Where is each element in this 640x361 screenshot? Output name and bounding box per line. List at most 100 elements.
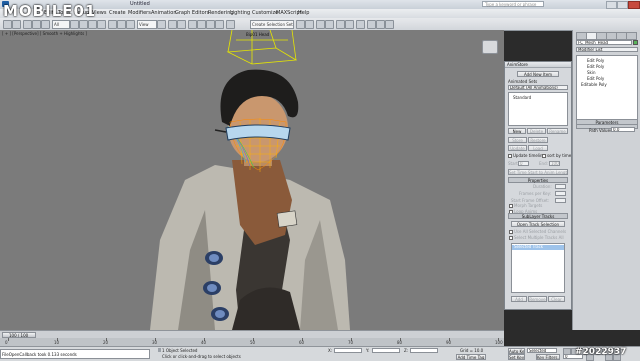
object-color-swatch[interactable] xyxy=(633,40,638,45)
sublayer-track-list[interactable]: Selected Track xyxy=(511,243,565,293)
named-selection-dropdown[interactable]: Create Selection Set xyxy=(250,20,294,29)
perspective-viewport[interactable]: Bip01 Head xyxy=(0,30,504,330)
sort-by-time-checkbox[interactable] xyxy=(542,154,546,158)
x-coord-field[interactable] xyxy=(334,348,362,353)
stack-item[interactable]: Edit Poly xyxy=(587,76,604,81)
manipulate-icon[interactable] xyxy=(168,20,177,29)
rendered-frame-icon[interactable] xyxy=(376,20,385,29)
viewport-label[interactable]: [ + ] [Perspective] [ Smooth + Highlight… xyxy=(2,31,87,36)
stack-item[interactable]: Editable Poly xyxy=(581,82,607,87)
list-item[interactable]: Selected Track xyxy=(512,244,564,250)
selection-filter-dropdown[interactable]: All xyxy=(52,20,70,29)
edit-named-sets-icon[interactable] xyxy=(226,20,235,29)
schematic-view-icon[interactable] xyxy=(345,20,354,29)
update-button[interactable]: Update xyxy=(508,145,527,151)
pivot-center-icon[interactable] xyxy=(157,20,166,29)
set-time-button[interactable]: Set Time Start to Anim Length xyxy=(508,169,568,175)
menu-lighting[interactable]: Lighting xyxy=(230,10,250,16)
spinner-snap-icon[interactable] xyxy=(215,20,224,29)
percent-snap-icon[interactable] xyxy=(206,20,215,29)
link-icon[interactable] xyxy=(23,20,32,29)
menu-graph-editors[interactable]: Graph Editors xyxy=(175,10,209,16)
layer-manager-icon[interactable] xyxy=(316,20,325,29)
maximize-icon[interactable] xyxy=(617,1,628,9)
add-button[interactable]: Add xyxy=(511,296,527,302)
add-new-item-button[interactable]: Add New Item xyxy=(517,71,559,77)
key-filters-button[interactable]: Key Filters... xyxy=(536,354,560,360)
stack-item[interactable]: Edit Poly xyxy=(587,58,604,63)
close-icon[interactable] xyxy=(628,1,640,9)
rect-selection-icon[interactable] xyxy=(88,20,97,29)
animation-list[interactable]: Standard xyxy=(508,92,568,126)
end-spinner[interactable]: 100 xyxy=(549,161,560,166)
curve-editor-icon[interactable] xyxy=(336,20,345,29)
parameters-rollout[interactable]: Parameters xyxy=(576,119,638,125)
unlink-icon[interactable] xyxy=(32,20,41,29)
modifier-list-dropdown[interactable]: Modifier List xyxy=(576,47,638,52)
undo-icon[interactable] xyxy=(3,20,12,29)
sublayer-rollout[interactable]: SubLayer Tracks xyxy=(508,213,568,219)
update-timeline-checkbox[interactable] xyxy=(508,154,512,158)
menu-customize[interactable]: Customize xyxy=(252,10,278,16)
redo-icon[interactable] xyxy=(12,20,21,29)
remove-button[interactable]: Remove xyxy=(528,296,547,302)
maxscript-listener[interactable]: FileOpenCallback took 0.133 seconds xyxy=(0,349,150,359)
path-values-field[interactable]: 0.0 xyxy=(611,127,635,132)
graphite-tools-icon[interactable] xyxy=(325,20,334,29)
new-button[interactable]: New xyxy=(508,128,526,134)
render-setup-icon[interactable] xyxy=(367,20,376,29)
move-icon[interactable] xyxy=(108,20,117,29)
track-bar[interactable]: 0 10 20 30 40 50 60 70 80 90 100 xyxy=(0,338,504,346)
load-button[interactable]: Load xyxy=(528,145,548,151)
use-selected-checkbox[interactable] xyxy=(509,230,513,234)
object-name-field[interactable]: FC_Mesh_Head xyxy=(576,40,632,45)
minimize-icon[interactable] xyxy=(606,1,617,9)
restore-button[interactable]: Restore xyxy=(528,137,548,143)
select-object-icon[interactable] xyxy=(70,20,79,29)
reference-coord-dropdown[interactable]: View xyxy=(137,20,157,29)
open-track-button[interactable]: Open Track Selection xyxy=(511,221,565,227)
align-icon[interactable] xyxy=(305,20,314,29)
menu-animation[interactable]: Animation xyxy=(151,10,177,16)
lock-selection-icon[interactable] xyxy=(158,348,161,352)
add-time-tag-button[interactable]: Add Time Tag xyxy=(456,354,486,360)
window-crossing-icon[interactable] xyxy=(97,20,106,29)
watermark-id-text: #2022937 xyxy=(575,347,627,357)
frames-spinner[interactable] xyxy=(555,191,566,196)
set-key-button[interactable]: Set Key xyxy=(508,354,525,360)
duration-spinner[interactable] xyxy=(555,184,566,189)
angle-snap-icon[interactable] xyxy=(197,20,206,29)
stack-item[interactable]: Skin xyxy=(587,70,596,75)
stack-item[interactable]: Edit Poly xyxy=(587,64,604,69)
properties-rollout[interactable]: Properties xyxy=(508,177,568,183)
material-editor-icon[interactable] xyxy=(356,20,365,29)
render-teapot-icon[interactable] xyxy=(385,20,394,29)
list-item[interactable]: Standard xyxy=(513,95,531,100)
scale-icon[interactable] xyxy=(126,20,135,29)
snaps-toggle-icon[interactable] xyxy=(188,20,197,29)
y-coord-field[interactable] xyxy=(372,348,400,353)
delete-button[interactable]: Delete xyxy=(527,128,546,134)
use-selected-label: Use All Selected Channels xyxy=(514,229,567,234)
mirror-icon[interactable] xyxy=(296,20,305,29)
key-mode-dropdown[interactable]: Selected xyxy=(527,348,557,353)
utilities-tab-icon[interactable] xyxy=(626,32,637,40)
animated-set-dropdown[interactable]: Default (All Animations) xyxy=(508,85,568,90)
rotate-icon[interactable] xyxy=(117,20,126,29)
menu-modifiers[interactable]: Modifiers xyxy=(128,10,151,16)
start-spinner[interactable]: 0 xyxy=(518,161,529,166)
menu-create[interactable]: Create xyxy=(109,10,126,16)
search-box[interactable]: Type a keyword or phrase xyxy=(482,1,544,7)
bind-space-warp-icon[interactable] xyxy=(41,20,50,29)
clear-button[interactable]: Clear xyxy=(548,296,565,302)
morph-targets-checkbox[interactable] xyxy=(509,204,513,208)
start-offset-spinner[interactable] xyxy=(555,198,566,203)
viewcube[interactable] xyxy=(482,40,498,54)
select-by-name-icon[interactable] xyxy=(79,20,88,29)
keyboard-shortcut-icon[interactable] xyxy=(177,20,186,29)
rename-button[interactable]: Rename xyxy=(547,128,568,134)
store-button[interactable]: Store xyxy=(508,137,527,143)
menu-help[interactable]: Help xyxy=(298,10,309,16)
select-mode-checkbox[interactable] xyxy=(509,236,513,240)
z-coord-field[interactable] xyxy=(410,348,438,353)
